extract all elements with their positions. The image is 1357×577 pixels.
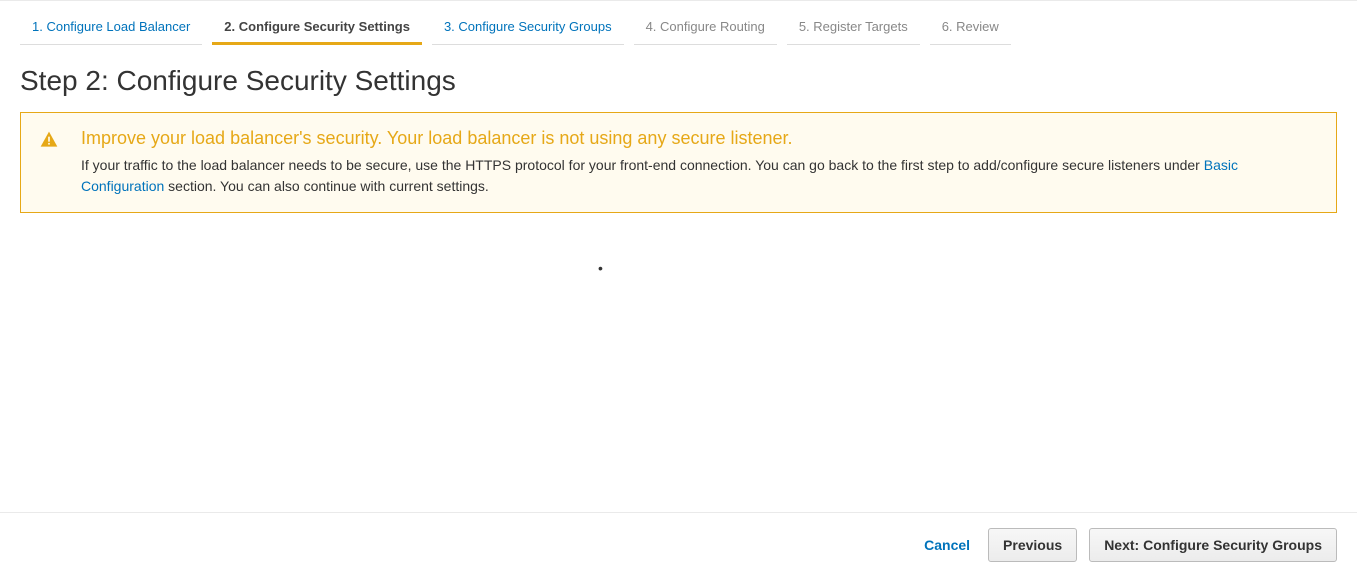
step-configure-routing: 4. Configure Routing bbox=[634, 11, 777, 45]
alert-title: Improve your load balancer's security. Y… bbox=[81, 128, 1318, 149]
next-button[interactable]: Next: Configure Security Groups bbox=[1089, 528, 1337, 562]
dot-marker: • bbox=[598, 260, 603, 276]
alert-text-before: If your traffic to the load balancer nee… bbox=[81, 157, 1204, 173]
alert-content: Improve your load balancer's security. Y… bbox=[81, 128, 1318, 197]
security-warning-alert: Improve your load balancer's security. Y… bbox=[20, 112, 1337, 213]
step-configure-security-settings[interactable]: 2. Configure Security Settings bbox=[212, 11, 422, 45]
alert-text: If your traffic to the load balancer nee… bbox=[81, 155, 1318, 197]
page-title: Step 2: Configure Security Settings bbox=[20, 65, 1337, 97]
cancel-button[interactable]: Cancel bbox=[918, 529, 976, 561]
warning-icon bbox=[39, 130, 59, 153]
step-register-targets: 5. Register Targets bbox=[787, 11, 920, 45]
step-review: 6. Review bbox=[930, 11, 1011, 45]
previous-button[interactable]: Previous bbox=[988, 528, 1077, 562]
step-configure-load-balancer[interactable]: 1. Configure Load Balancer bbox=[20, 11, 202, 45]
wizard-footer: Cancel Previous Next: Configure Security… bbox=[0, 512, 1357, 577]
step-configure-security-groups[interactable]: 3. Configure Security Groups bbox=[432, 11, 624, 45]
alert-text-after: section. You can also continue with curr… bbox=[164, 178, 489, 194]
wizard-steps: 1. Configure Load Balancer 2. Configure … bbox=[20, 1, 1337, 45]
